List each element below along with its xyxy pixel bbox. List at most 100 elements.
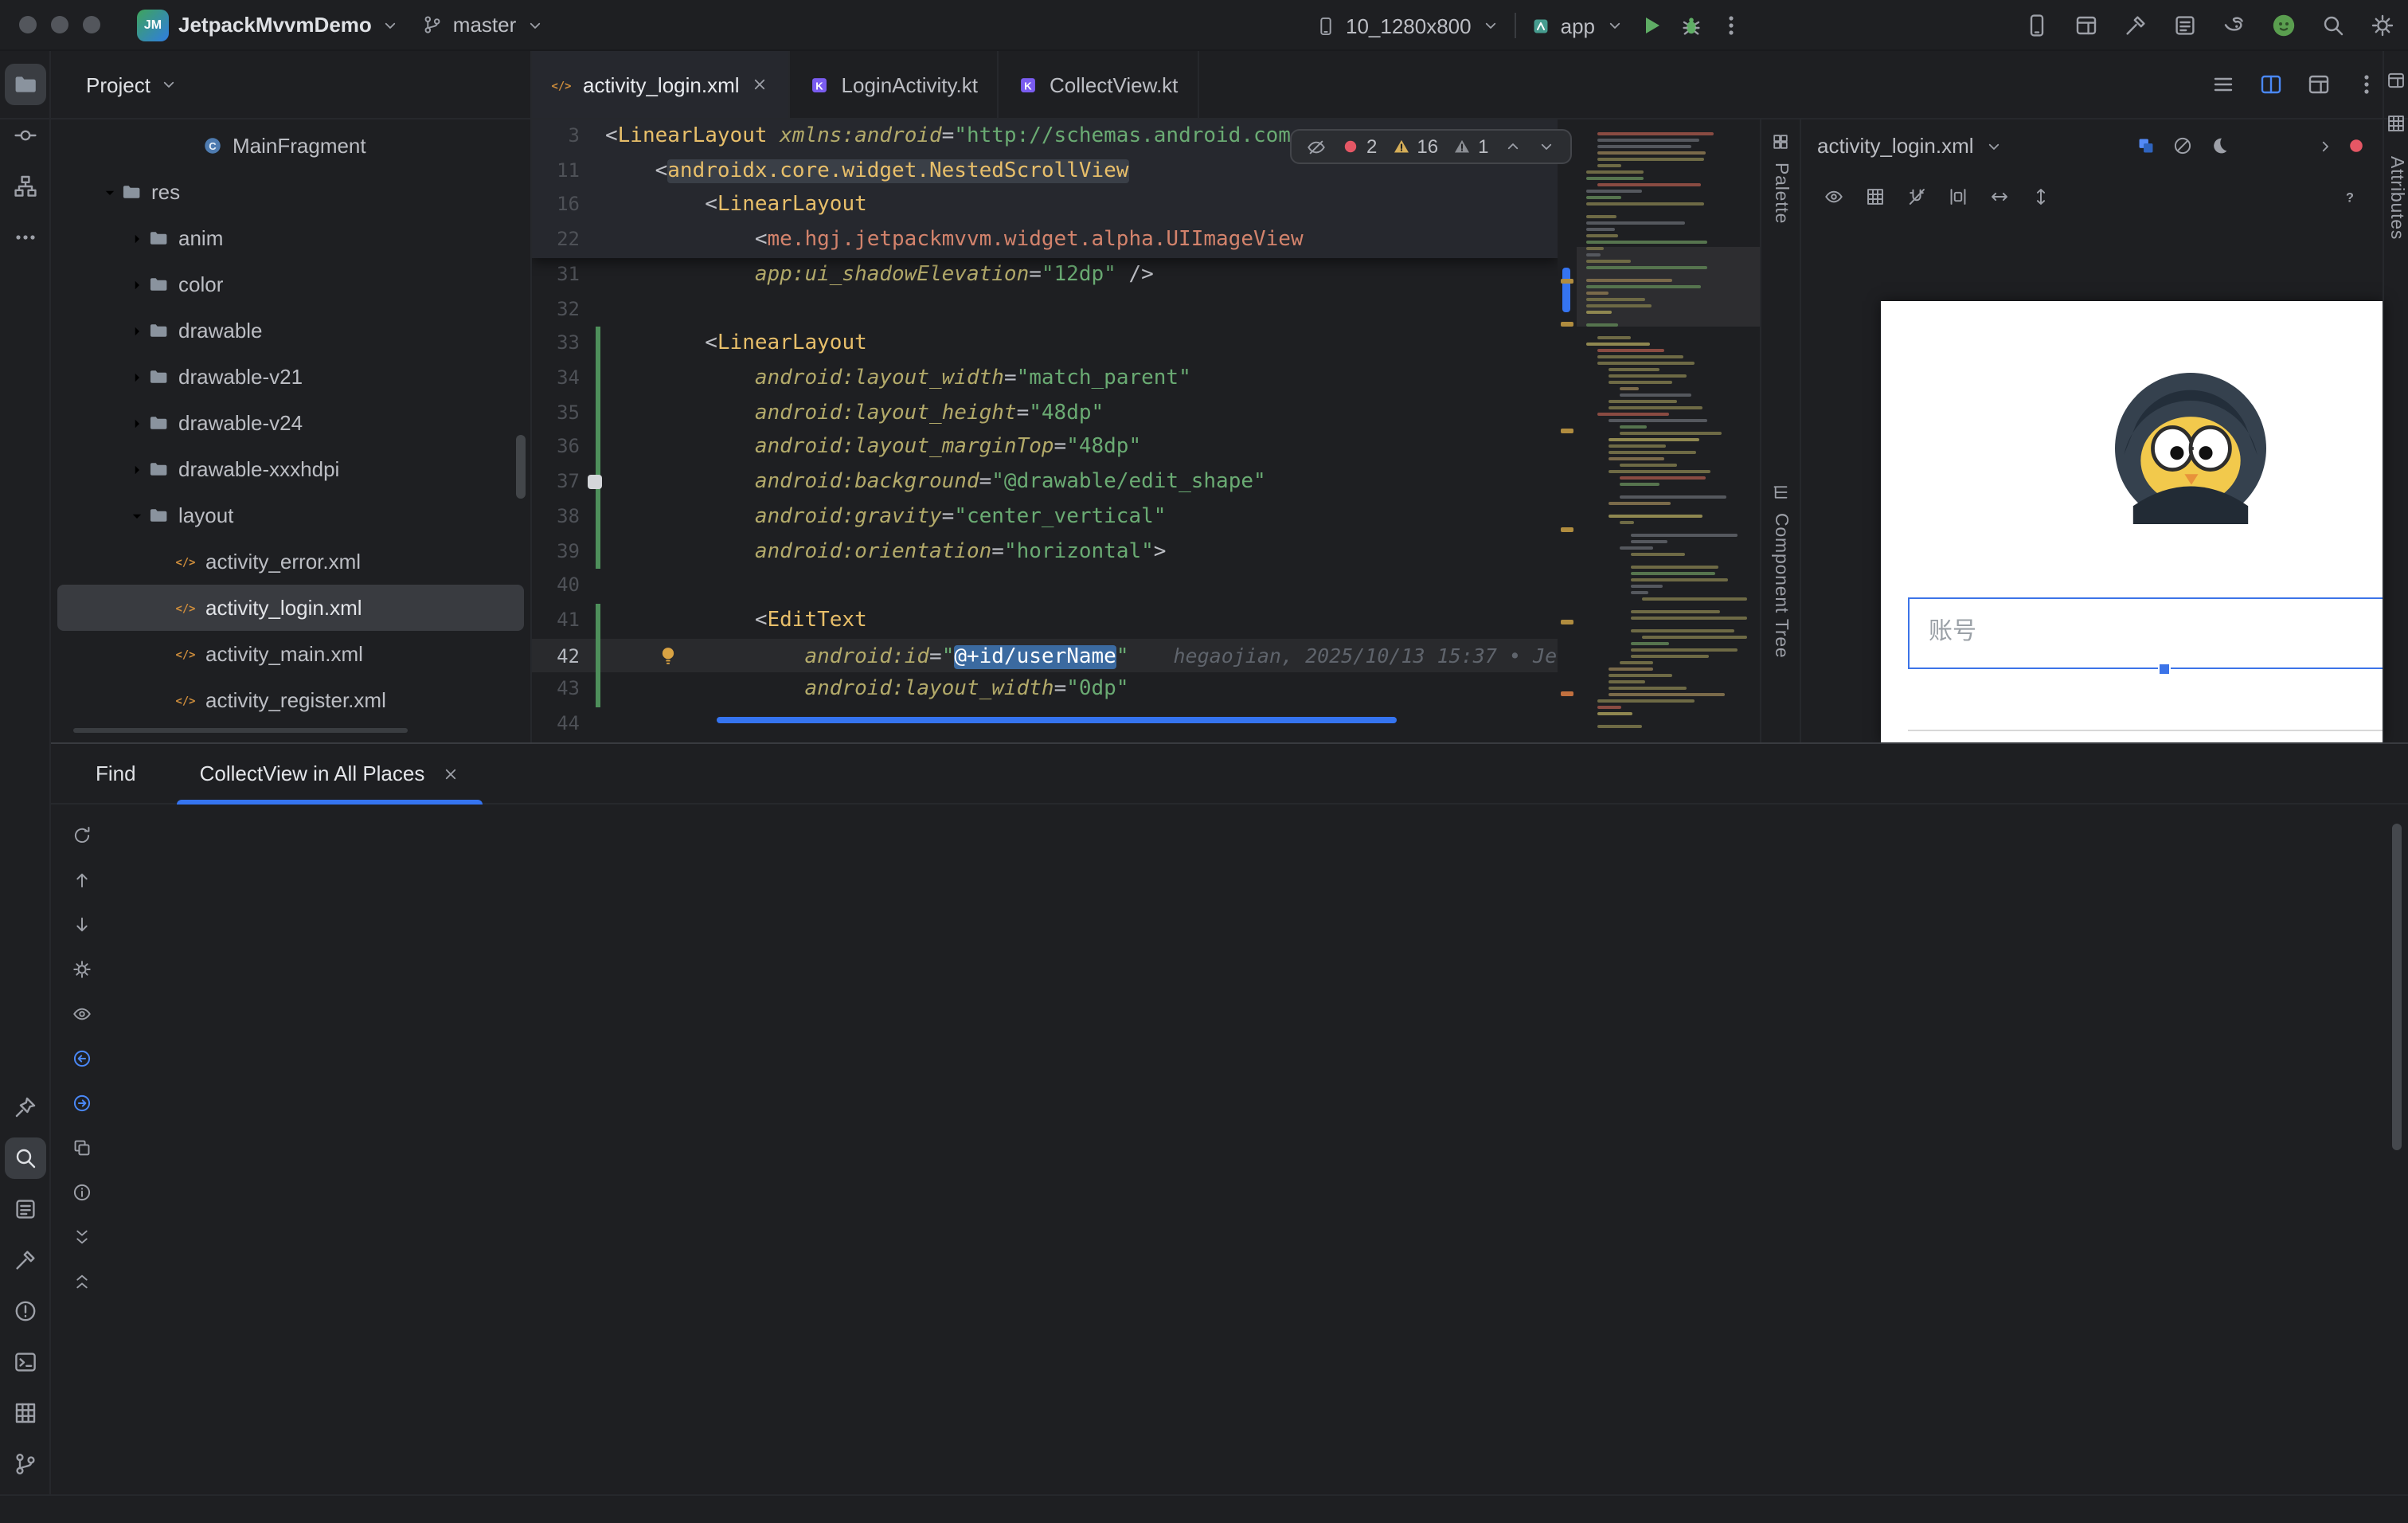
find-tool-button[interactable] (4, 1137, 45, 1179)
tab-CollectView.kt[interactable]: K CollectView.kt (999, 51, 1199, 118)
editor-layout-icon[interactable] (2306, 72, 2332, 97)
code-line-39[interactable]: 39 android:orientation="horizontal"> (532, 534, 1558, 570)
error-count[interactable]: 2 (1341, 135, 1377, 158)
code-line-40[interactable]: 40 (532, 569, 1558, 603)
window-zoom-button[interactable] (83, 16, 100, 33)
more-actions-icon[interactable] (1718, 13, 1743, 38)
commit-tool-button[interactable] (4, 115, 45, 156)
editor-error-stripe[interactable] (1558, 119, 1577, 742)
expand-all-button[interactable] (64, 1219, 99, 1254)
render-error-indicator[interactable] (2346, 135, 2367, 156)
device-selector[interactable]: 10_1280x800 (1315, 14, 1500, 37)
search-everywhere-icon[interactable] (2320, 13, 2346, 38)
chevron-right-icon[interactable] (124, 460, 148, 479)
tree-item-drawable-v24[interactable]: drawable-v24 (57, 400, 524, 446)
chevron-right-icon[interactable] (124, 275, 148, 294)
chevron-right-icon[interactable] (124, 229, 148, 248)
error-stripe-mark[interactable] (1561, 322, 1573, 327)
split-editor-icon[interactable] (2258, 72, 2284, 97)
vcs-branch-widget[interactable]: master (423, 13, 545, 37)
problems-tool-button[interactable] (4, 1290, 45, 1332)
chevron-up-icon[interactable] (1503, 137, 1522, 156)
code-line-36[interactable]: 36 android:layout_marginTop="48dp" (532, 430, 1558, 466)
user-avatar-icon[interactable] (2271, 13, 2297, 38)
username-input-preview[interactable]: 账号 (1908, 597, 2384, 669)
weak-warning-count[interactable]: 1 (1452, 135, 1488, 158)
layout-inspector-icon[interactable] (2074, 13, 2099, 38)
highlighting-level-icon[interactable] (1306, 136, 1327, 157)
window-minimize-button[interactable] (51, 16, 68, 33)
tree-item-layout[interactable]: layout (57, 492, 524, 538)
chevron-right-icon[interactable] (124, 413, 148, 433)
emulator-window-icon[interactable] (2386, 113, 2406, 134)
layout-preview-canvas[interactable]: 账号 (1881, 301, 2384, 742)
tree-hscrollbar[interactable] (73, 728, 408, 733)
structure-tool-button[interactable] (4, 166, 45, 207)
code-line-32[interactable]: 32 (532, 292, 1558, 327)
intention-bulb-icon[interactable] (656, 643, 680, 667)
code-line-38[interactable]: 38 android:gravity="center_vertical" (532, 499, 1558, 534)
code-line-44[interactable]: 44 (532, 707, 1558, 742)
tree-item-drawable-v21[interactable]: drawable-v21 (57, 354, 524, 400)
code-line-31[interactable]: 31 app:ui_shadowElevation="12dp" /> (532, 258, 1558, 292)
tree-item-color[interactable]: color (57, 261, 524, 307)
run-button[interactable] (1638, 13, 1663, 38)
next-occurrence-button[interactable] (64, 906, 99, 942)
tree-item-drawable-xxxhdpi[interactable]: drawable-xxxhdpi (57, 446, 524, 492)
code-line-37[interactable]: 37 android:background="@drawable/edit_sh… (532, 465, 1558, 500)
search-settings-button[interactable] (64, 951, 99, 986)
tree-item-activity_main.xml[interactable]: </> activity_main.xml (57, 631, 524, 677)
component-tree-stripe-button[interactable]: Component Tree (1771, 513, 1790, 659)
close-icon[interactable] (440, 764, 459, 783)
editor-menu-icon[interactable] (2211, 72, 2236, 97)
component-tree-icon[interactable] (1771, 483, 1790, 502)
close-icon[interactable] (751, 75, 770, 94)
todo-tool-button[interactable] (4, 1188, 45, 1230)
window-close-button[interactable] (19, 16, 37, 33)
terminal-tool-button[interactable] (4, 1341, 45, 1383)
code-minimap[interactable] (1577, 119, 1760, 742)
bookmarks-tool-button[interactable] (4, 1086, 45, 1128)
previous-occurrence-button[interactable] (64, 862, 99, 897)
design-file-name[interactable]: activity_login.xml (1817, 134, 1974, 158)
search-info-button[interactable] (64, 1174, 99, 1209)
inspections-widget[interactable]: 2 16 1 (1290, 129, 1572, 164)
error-stripe-mark[interactable] (1561, 691, 1573, 696)
view-options-icon[interactable] (1824, 186, 1844, 207)
export-results-button[interactable] (64, 1130, 99, 1165)
tree-item-res[interactable]: res (57, 169, 524, 215)
logcat-icon[interactable] (2172, 13, 2198, 38)
find-results-tab[interactable]: CollectView in All Places (177, 744, 483, 805)
code-line-43[interactable]: 43 android:layout_width="0dp" (532, 672, 1558, 707)
navigate-forward-button[interactable] (64, 1085, 99, 1120)
more-tool-windows-button[interactable] (4, 217, 45, 258)
tree-item-activity_login.xml[interactable]: </> activity_login.xml (57, 585, 524, 631)
help-icon[interactable]: ? (2340, 186, 2360, 207)
rerun-search-button[interactable] (64, 817, 99, 852)
debug-button[interactable] (1678, 13, 1703, 38)
night-mode-preview-icon[interactable] (2209, 135, 2230, 156)
code-line-35[interactable]: 35 android:layout_height="48dp" (532, 396, 1558, 431)
version-control-tool-button[interactable] (4, 1443, 45, 1485)
code-line-34[interactable]: 34 android:layout_width="match_parent" (532, 362, 1558, 397)
palette-stripe-button[interactable]: Palette (1771, 162, 1790, 224)
distribute-vertical-icon[interactable] (2031, 186, 2051, 207)
chevron-down-icon[interactable] (1536, 137, 1555, 156)
code-line-33[interactable]: 33 <LinearLayout (532, 327, 1558, 362)
tree-item-activity_error.xml[interactable]: </> activity_error.xml (57, 538, 524, 585)
code-line-16[interactable]: 16 <LinearLayout (532, 189, 1558, 223)
settings-icon[interactable] (2370, 13, 2395, 38)
code-editor[interactable]: 31 app:ui_shadowElevation="12dp" /> 32 33 … (532, 119, 1558, 742)
build-tool-button[interactable] (4, 1239, 45, 1281)
tab-activity_login.xml[interactable]: </> activity_login.xml (532, 51, 791, 118)
project-widget[interactable]: JM JetpackMvvmDemo (137, 9, 401, 41)
inspections-off-icon[interactable] (2172, 135, 2193, 156)
design-mode-icon[interactable] (2136, 135, 2156, 156)
orientation-icon[interactable] (1989, 186, 2010, 207)
code-line-22[interactable]: 22 <me.hgj.jetpackmvvm.widget.alpha.UIIm… (532, 223, 1558, 257)
editor-vertical-scrollbar[interactable] (1562, 268, 1570, 312)
collapse-all-button[interactable] (64, 1263, 99, 1298)
project-panel-header[interactable]: Project (51, 51, 532, 118)
error-stripe-mark[interactable] (1561, 620, 1573, 624)
editor-horizontal-scrollbar[interactable] (717, 717, 1397, 723)
